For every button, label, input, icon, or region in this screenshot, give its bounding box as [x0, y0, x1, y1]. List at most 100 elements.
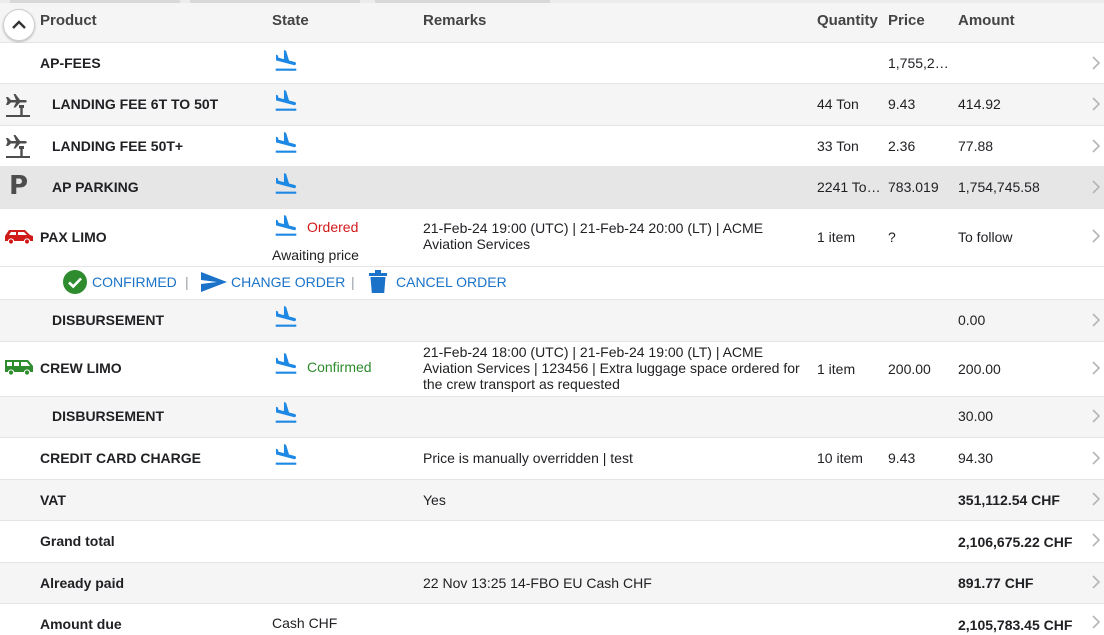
- amount-value: 30.00: [958, 408, 994, 424]
- table-row-selected[interactable]: P AP PARKING 2241 To… 783.019 1,754,745.…: [0, 167, 1104, 209]
- chevron-right-icon[interactable]: [1090, 138, 1102, 154]
- flight-landing-icon: [273, 48, 299, 74]
- trash-icon: [369, 270, 387, 293]
- amount-value: 414.92: [958, 96, 1001, 112]
- cancel-order-button[interactable]: CANCEL ORDER: [396, 274, 507, 290]
- collapse-button[interactable]: [3, 9, 35, 41]
- product-name: CREW LIMO: [40, 360, 122, 376]
- price-value: 200.00: [888, 361, 931, 377]
- totals-row-vat[interactable]: VAT Yes 351,112.54 CHF: [0, 480, 1104, 521]
- product-name: CREDIT CARD CHARGE: [40, 450, 201, 466]
- chevron-right-icon[interactable]: [1090, 574, 1102, 590]
- chevron-right-icon[interactable]: [1090, 408, 1102, 424]
- send-icon: [201, 272, 227, 292]
- total-remarks: Yes: [423, 492, 446, 508]
- table-row[interactable]: CREW LIMO Confirmed 21-Feb-24 18:00 (UTC…: [0, 342, 1104, 397]
- price-value: 2.36: [888, 138, 916, 154]
- table-row[interactable]: LANDING FEE 50T+ 33 Ton 2.36 77.88: [0, 126, 1104, 167]
- price-value: ?: [888, 229, 896, 245]
- flight-landing-icon: [273, 351, 299, 377]
- quantity-value: 2241 To…: [817, 179, 881, 195]
- chevron-up-icon: [12, 20, 26, 29]
- flight-landing-icon: [273, 130, 299, 156]
- payment-method: Cash CHF: [272, 615, 338, 631]
- column-header-quantity[interactable]: Quantity: [817, 13, 878, 29]
- airport-landing-icon: [4, 90, 32, 118]
- column-header-price[interactable]: Price: [888, 13, 925, 29]
- product-name: LANDING FEE 50T+: [52, 138, 184, 154]
- flight-landing-icon: [273, 213, 299, 239]
- parking-icon: P: [9, 171, 29, 201]
- change-order-button[interactable]: CHANGE ORDER: [231, 274, 345, 290]
- chevron-right-icon[interactable]: [1090, 312, 1102, 328]
- column-header-amount[interactable]: Amount: [958, 13, 1015, 29]
- airport-landing-icon: [4, 131, 32, 159]
- flight-landing-icon: [273, 400, 299, 426]
- totals-row-already-paid[interactable]: Already paid 22 Nov 13:25 14-FBO EU Cash…: [0, 563, 1104, 604]
- check-circle-icon: [63, 270, 87, 294]
- state-confirmed-badge: Confirmed: [307, 359, 372, 375]
- chevron-right-icon[interactable]: [1090, 360, 1102, 376]
- chevron-right-icon[interactable]: [1090, 55, 1102, 71]
- product-name: DISBURSEMENT: [52, 312, 165, 328]
- total-amount: 2,106,675.22 CHF: [958, 534, 1073, 550]
- column-header-product[interactable]: Product: [40, 13, 97, 29]
- order-actions-bar: CONFIRMED | CHANGE ORDER | CANCEL ORDER: [0, 267, 1104, 300]
- action-separator: |: [351, 274, 355, 290]
- product-name: DISBURSEMENT: [52, 408, 165, 424]
- column-header-state[interactable]: State: [272, 13, 309, 29]
- chevron-right-icon[interactable]: [1090, 450, 1102, 466]
- flight-landing-icon: [273, 171, 299, 197]
- action-separator: |: [185, 274, 189, 290]
- amount-value: 1,754,745.58: [958, 179, 1040, 195]
- remarks-text: 21-Feb-24 18:00 (UTC) | 21-Feb-24 19:00 …: [423, 344, 800, 392]
- amount-value: 200.00: [958, 361, 1001, 377]
- price-value: 9.43: [888, 450, 916, 466]
- table-row[interactable]: AP-FEES 1,755,2…: [0, 43, 1104, 84]
- table-row[interactable]: CREDIT CARD CHARGE Price is manually ove…: [0, 438, 1104, 480]
- total-label: VAT: [40, 492, 66, 508]
- total-amount: 351,112.54 CHF: [958, 492, 1060, 508]
- quantity-value: 33 Ton: [817, 138, 859, 154]
- quantity-value: 1 item: [817, 229, 856, 245]
- chevron-right-icon[interactable]: [1090, 614, 1102, 630]
- totals-row-amount-due[interactable]: Amount due Cash CHF 2,105,783.45 CHF: [0, 604, 1104, 635]
- chevron-right-icon[interactable]: [1090, 491, 1102, 507]
- confirmed-button[interactable]: CONFIRMED: [92, 274, 177, 290]
- table-row[interactable]: PAX LIMO Ordered Awaiting price 21-Feb-2…: [0, 209, 1104, 267]
- table-header: Product State Remarks Quantity Price Amo…: [0, 3, 1104, 43]
- chevron-right-icon[interactable]: [1090, 96, 1102, 112]
- quantity-value: 44 Ton: [817, 96, 859, 112]
- price-value: 9.43: [888, 96, 916, 112]
- chevron-right-icon[interactable]: [1090, 228, 1102, 244]
- car-icon: [5, 230, 33, 245]
- price-value: 783.019: [888, 179, 939, 195]
- amount-value: 77.88: [958, 138, 994, 154]
- amount-value: To follow: [958, 229, 1013, 245]
- flight-landing-icon: [273, 442, 299, 468]
- totals-row-grand-total[interactable]: Grand total 2,106,675.22 CHF: [0, 521, 1104, 563]
- total-amount: 2,105,783.45 CHF: [958, 617, 1073, 633]
- total-remarks: 22 Nov 13:25 14-FBO EU Cash CHF: [423, 575, 652, 591]
- amount-value: 94.30: [958, 450, 994, 466]
- flight-landing-icon: [273, 88, 299, 114]
- chevron-right-icon[interactable]: [1090, 179, 1102, 195]
- quantity-value: 10 item: [817, 450, 863, 466]
- price-value: 1,755,2…: [888, 55, 949, 71]
- remarks-text: 21-Feb-24 19:00 (UTC) | 21-Feb-24 20:00 …: [423, 220, 764, 252]
- total-amount: 891.77 CHF: [958, 575, 1034, 591]
- state-ordered-badge: Ordered: [307, 219, 359, 235]
- table-row[interactable]: LANDING FEE 6T TO 50T 44 Ton 9.43 414.92: [0, 84, 1104, 126]
- table-row[interactable]: DISBURSEMENT 30.00: [0, 397, 1104, 438]
- table-row[interactable]: DISBURSEMENT 0.00: [0, 300, 1104, 342]
- product-name: LANDING FEE 6T TO 50T: [52, 96, 219, 112]
- product-name: AP PARKING: [52, 179, 139, 195]
- total-label: Amount due: [40, 616, 122, 632]
- amount-value: 0.00: [958, 312, 986, 328]
- product-name: AP-FEES: [40, 55, 101, 71]
- column-header-remarks[interactable]: Remarks: [423, 13, 486, 29]
- quantity-value: 1 item: [817, 361, 856, 377]
- chevron-right-icon[interactable]: [1090, 532, 1102, 548]
- total-label: Grand total: [40, 533, 115, 549]
- flight-landing-icon: [273, 304, 299, 330]
